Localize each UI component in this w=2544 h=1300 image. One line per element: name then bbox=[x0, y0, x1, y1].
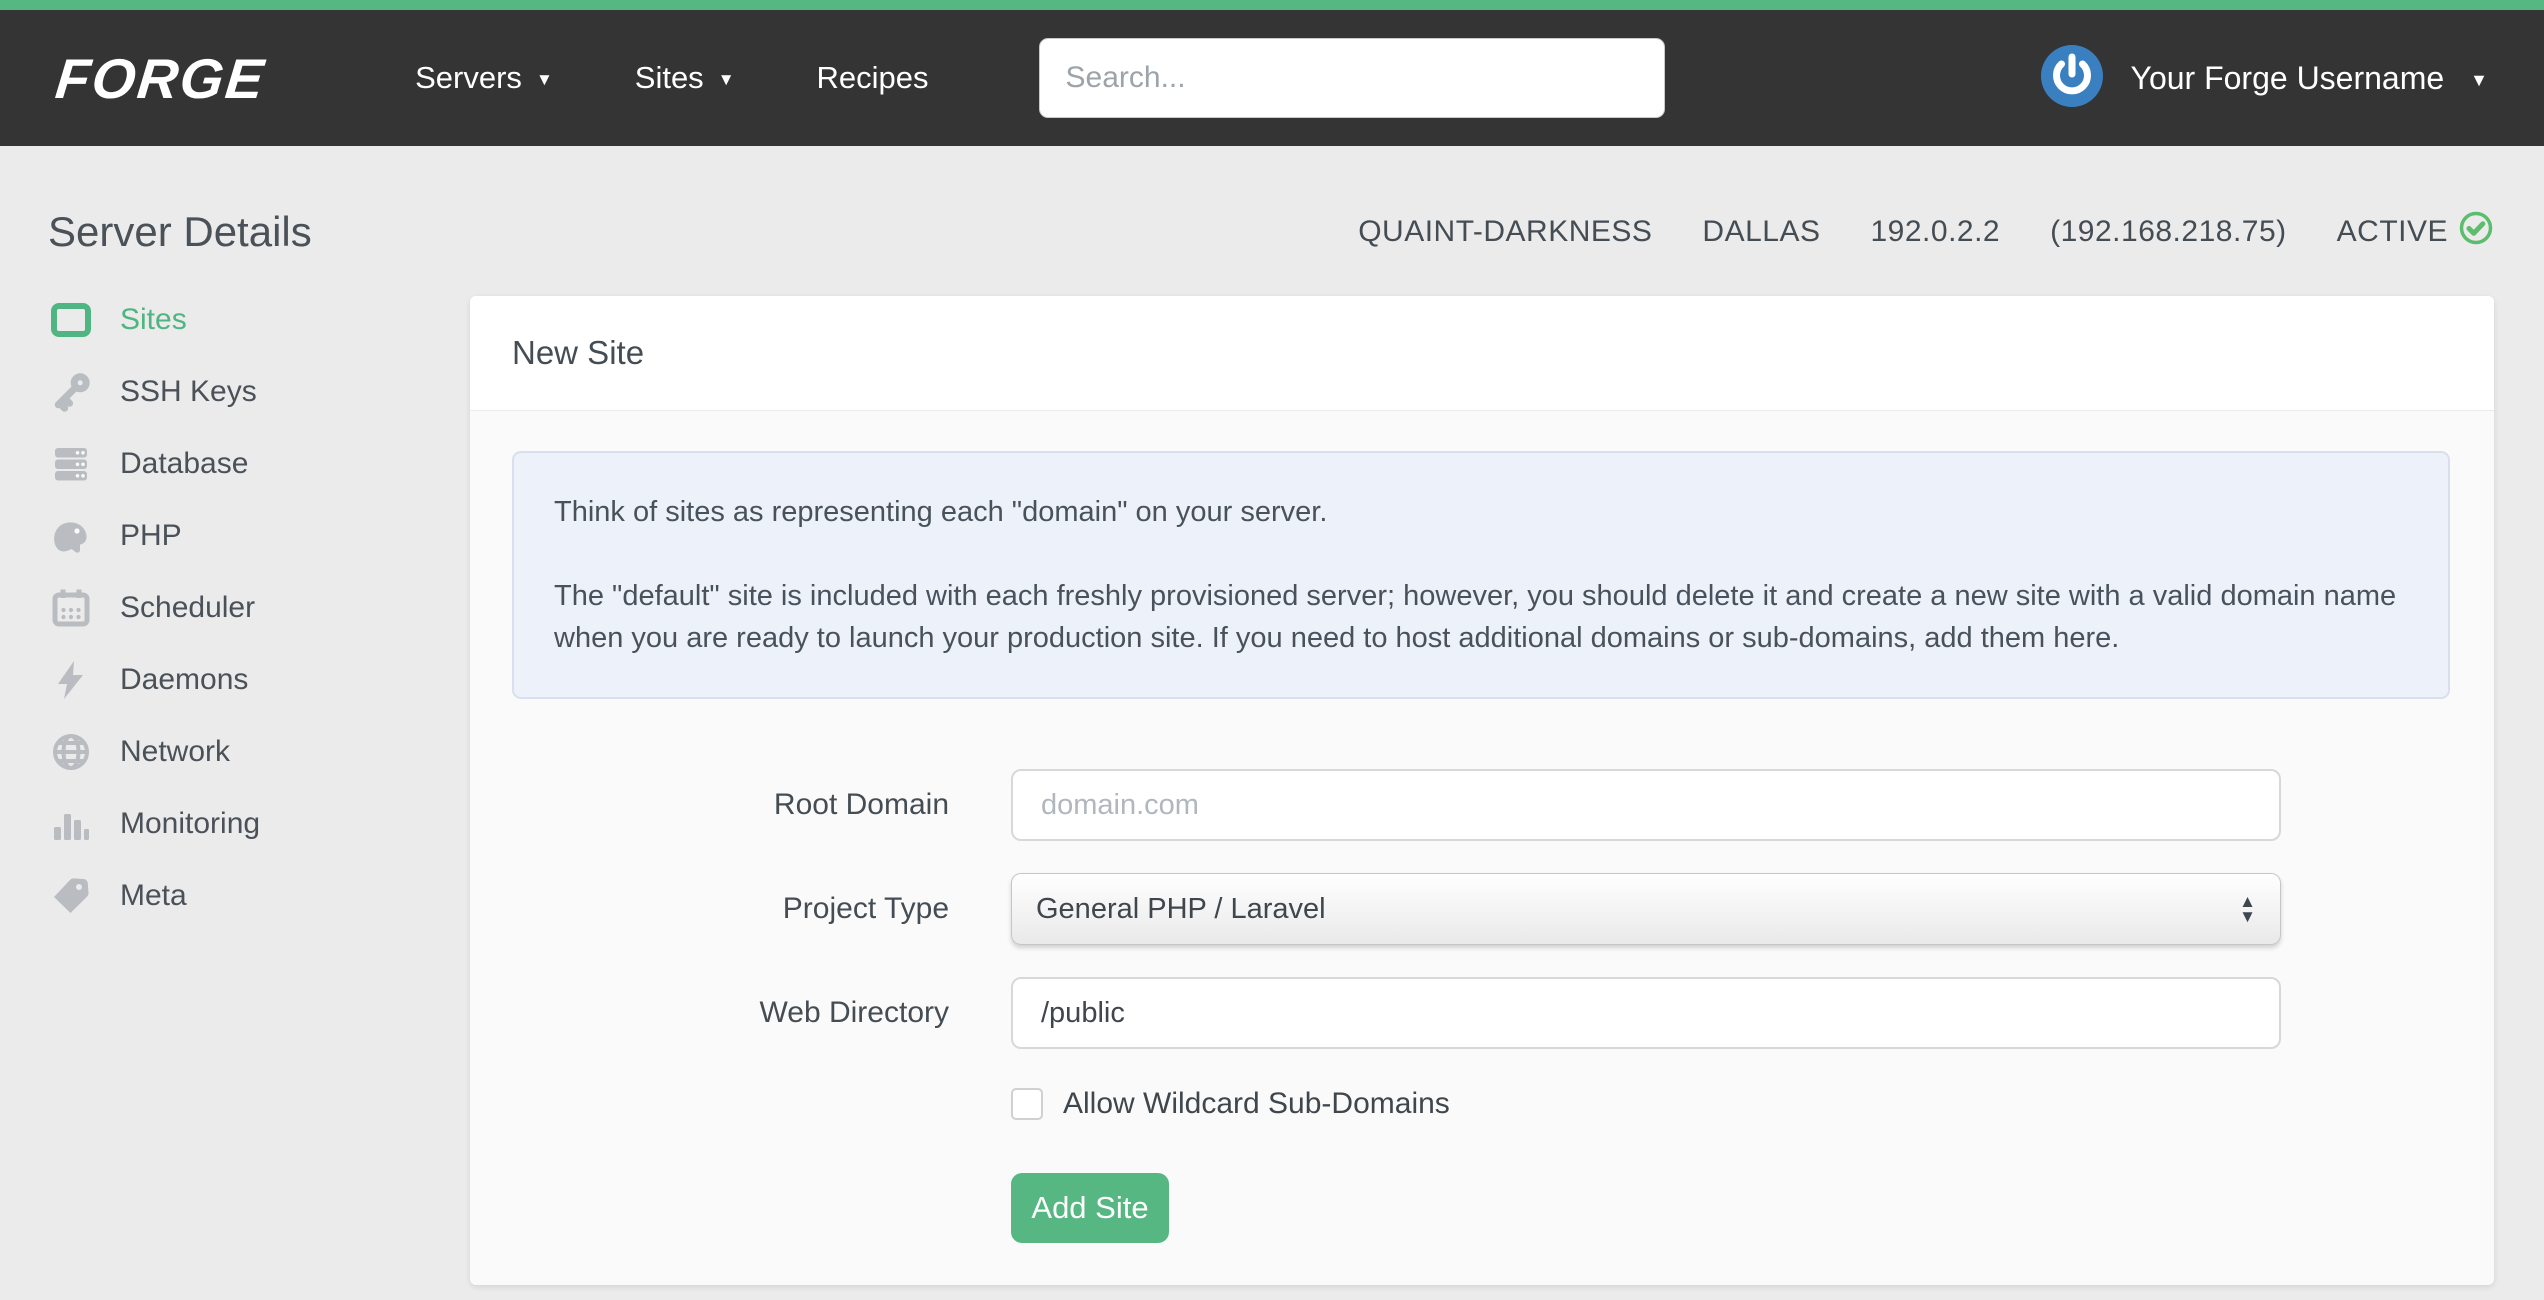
check-circle-icon bbox=[2458, 210, 2494, 254]
power-icon bbox=[2039, 43, 2105, 114]
sidebar-item-label: Daemons bbox=[120, 663, 249, 696]
sidebar-item-label: Database bbox=[120, 447, 249, 480]
sidebar-item-network[interactable]: Network bbox=[48, 716, 470, 788]
info-paragraph: The "default" site is included with each… bbox=[554, 580, 2397, 654]
server-info: QUAINT-DARKNESS DALLAS 192.0.2.2 (192.16… bbox=[1358, 210, 2494, 254]
sidebar-item-daemons[interactable]: Daemons bbox=[48, 644, 470, 716]
page-title: Server Details bbox=[48, 208, 312, 255]
project-type-selected-value: General PHP / Laravel bbox=[1036, 892, 1326, 925]
sidebar-item-monitoring[interactable]: Monitoring bbox=[48, 788, 470, 860]
web-directory-row: Web Directory bbox=[512, 977, 2450, 1049]
forge-logo[interactable]: FORGE bbox=[53, 46, 269, 111]
info-box: Think of sites as representing each "dom… bbox=[512, 451, 2450, 699]
sidebar-item-sites[interactable]: Sites bbox=[48, 284, 470, 356]
key-icon bbox=[48, 369, 94, 415]
page-header: Server Details QUAINT-DARKNESS DALLAS 19… bbox=[0, 146, 2544, 296]
database-stack-icon bbox=[48, 441, 94, 487]
add-site-button[interactable]: Add Site bbox=[1011, 1173, 1169, 1243]
wildcard-row: Allow Wildcard Sub-Domains bbox=[1011, 1087, 2450, 1121]
new-site-form: Root Domain Project Type General PHP / L… bbox=[512, 769, 2450, 1243]
info-paragraph: Think of sites as representing each "dom… bbox=[554, 496, 1328, 528]
card-header: New Site bbox=[470, 296, 2494, 411]
bar-chart-icon bbox=[48, 801, 94, 847]
project-type-select[interactable]: General PHP / Laravel ▲ ▼ bbox=[1011, 873, 2281, 945]
card-title: New Site bbox=[512, 334, 645, 371]
sidebar-item-scheduler[interactable]: Scheduler bbox=[48, 572, 470, 644]
tag-icon bbox=[48, 873, 94, 919]
root-domain-input[interactable] bbox=[1011, 769, 2281, 841]
sidebar-item-label: PHP bbox=[120, 519, 182, 552]
wildcard-label: Allow Wildcard Sub-Domains bbox=[1063, 1087, 1450, 1120]
sidebar-item-label: Meta bbox=[120, 879, 187, 912]
sidebar-item-database[interactable]: Database bbox=[48, 428, 470, 500]
content-area: Sites SSH Keys Database PHP Scheduler Da… bbox=[0, 296, 2544, 1285]
root-domain-label: Root Domain bbox=[773, 788, 949, 821]
chevron-down-icon: ▼ bbox=[535, 70, 553, 89]
top-accent-bar bbox=[0, 0, 2544, 10]
sidebar-item-php[interactable]: PHP bbox=[48, 500, 470, 572]
nav-link-label: Recipes bbox=[816, 60, 929, 95]
root-domain-row: Root Domain bbox=[512, 769, 2450, 841]
php-elephant-icon bbox=[48, 513, 94, 559]
nav-link-sites[interactable]: Sites ▼ bbox=[635, 60, 735, 96]
sidebar-item-label: Monitoring bbox=[120, 807, 261, 840]
web-directory-label: Web Directory bbox=[759, 996, 950, 1029]
sidebar-item-label: SSH Keys bbox=[120, 375, 257, 408]
sidebar-item-label: Scheduler bbox=[120, 591, 256, 624]
sidebar-item-label: Network bbox=[120, 735, 231, 768]
chevron-down-icon: ▼ bbox=[717, 70, 735, 89]
card-body: Think of sites as representing each "dom… bbox=[470, 411, 2494, 1285]
project-type-row: Project Type General PHP / Laravel ▲ ▼ bbox=[512, 873, 2450, 945]
wildcard-checkbox[interactable] bbox=[1011, 1088, 1043, 1120]
sidebar-item-ssh-keys[interactable]: SSH Keys bbox=[48, 356, 470, 428]
sidebar-item-meta[interactable]: Meta bbox=[48, 860, 470, 932]
user-menu[interactable]: Your Forge Username ▼ bbox=[2039, 43, 2488, 114]
globe-icon bbox=[48, 729, 94, 775]
project-type-label: Project Type bbox=[782, 892, 949, 925]
username-label: Your Forge Username bbox=[2130, 59, 2445, 96]
browser-window-icon bbox=[48, 297, 94, 343]
sidebar: Sites SSH Keys Database PHP Scheduler Da… bbox=[48, 284, 470, 932]
server-region: DALLAS bbox=[1702, 215, 1821, 248]
nav-link-label: Sites bbox=[634, 60, 704, 95]
sidebar-item-label: Sites bbox=[120, 303, 187, 336]
calendar-icon bbox=[48, 585, 94, 631]
chevron-down-icon: ▼ bbox=[2470, 69, 2488, 90]
search-input[interactable] bbox=[1038, 38, 1665, 118]
status-badge: ACTIVE bbox=[2337, 210, 2494, 254]
nav-link-label: Servers bbox=[415, 60, 522, 95]
status-label: ACTIVE bbox=[2336, 215, 2448, 248]
server-private-ip: (192.168.218.75) bbox=[2050, 215, 2287, 248]
navbar: FORGE Servers ▼ Sites ▼ Recipes Your For… bbox=[0, 10, 2544, 146]
nav-link-servers[interactable]: Servers ▼ bbox=[415, 60, 553, 96]
web-directory-input[interactable] bbox=[1011, 977, 2281, 1049]
server-name: QUAINT-DARKNESS bbox=[1358, 215, 1653, 248]
nav-links: Servers ▼ Sites ▼ Recipes bbox=[415, 60, 928, 96]
new-site-card: New Site Think of sites as representing … bbox=[470, 296, 2494, 1285]
nav-link-recipes[interactable]: Recipes bbox=[817, 60, 929, 96]
select-arrows-icon: ▲ ▼ bbox=[2239, 892, 2256, 926]
lightning-bolt-icon bbox=[48, 657, 94, 703]
server-public-ip: 192.0.2.2 bbox=[1870, 215, 2001, 248]
